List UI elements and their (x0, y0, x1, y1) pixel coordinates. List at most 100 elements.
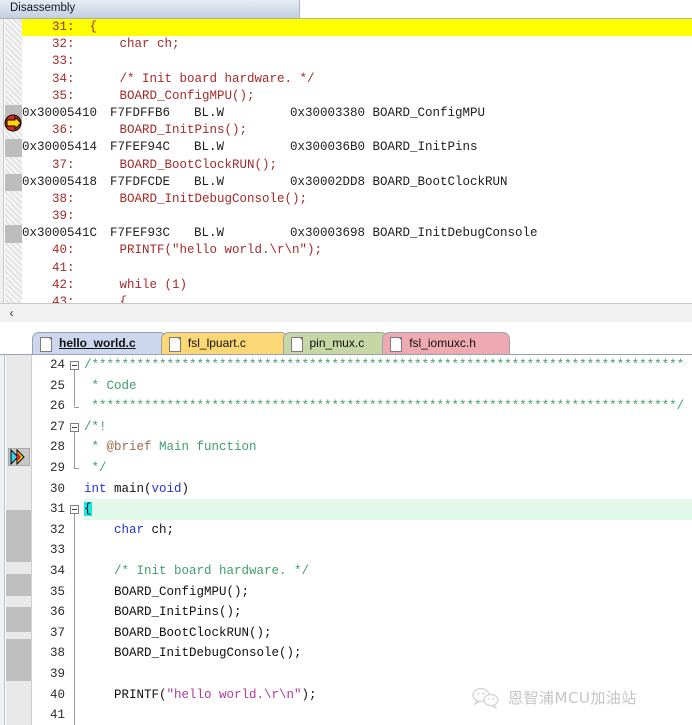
editor-change-bar (6, 639, 31, 681)
disassembly-address: 0x30005418 (22, 174, 98, 189)
code-token: @brief (106, 440, 152, 455)
watermark: 恩智浦MCU加油站 (470, 684, 685, 714)
editor-tab-fsl-lpuart-c[interactable]: fsl_lpuart.c (160, 332, 289, 354)
fold-guide (74, 519, 75, 541)
fold-collapse-icon[interactable] (70, 361, 79, 370)
fold-guide (74, 684, 75, 706)
tabstrip-empty-area (300, 0, 692, 18)
tab-disassembly[interactable]: Disassembly (0, 0, 300, 18)
code-token: main( (106, 481, 152, 496)
code-token: * Code (84, 378, 137, 393)
editor-line-number-column: 2425262728293031323334353637383940414243… (33, 355, 68, 725)
disassembly-row[interactable]: 39: (22, 208, 692, 225)
editor-line[interactable]: */ (84, 458, 692, 479)
editor-line[interactable]: /*! (84, 417, 692, 438)
disassembly-row[interactable]: 33: (22, 53, 692, 70)
editor-line[interactable]: char ch; (84, 520, 692, 541)
editor-line-number: 26 (49, 399, 65, 414)
editor-line[interactable] (84, 664, 692, 685)
editor-line[interactable]: ****************************************… (84, 396, 692, 417)
disassembly-operands: 0x300036B0 BOARD_InitPins (290, 140, 478, 155)
editor-code-area[interactable]: 2425262728293031323334353637383940414243… (0, 354, 692, 725)
disassembly-row[interactable]: 0x3000541C F7FEF93C BL.W 0x30003698 BOARD_I… (22, 225, 692, 242)
disassembly-source-text: 33: (22, 54, 75, 69)
disassembly-row[interactable]: 0x30005410 F7FDFFB6 BL.W 0x30003380 BOARD_C… (22, 105, 692, 122)
disassembly-row[interactable]: 36: BOARD_InitPins(); (22, 122, 692, 139)
fold-guide (74, 664, 75, 685)
editor-line[interactable] (84, 540, 692, 561)
editor-line[interactable]: /* Init board hardware. */ (84, 561, 692, 582)
scroll-left-arrow-icon[interactable]: ‹ (4, 305, 19, 321)
disassembly-source-text: 36: BOARD_InitPins(); (22, 123, 248, 138)
editor-change-bar (6, 510, 31, 562)
code-token: ****************************************… (84, 399, 685, 414)
disassembly-source-text: 34: /* Init board hardware. */ (22, 71, 315, 86)
editor-tab-label: hello_world.c (59, 336, 136, 350)
disassembly-row[interactable]: 34: /* Init board hardware. */ (22, 71, 692, 88)
fold-guide (74, 561, 75, 582)
disassembly-code-area[interactable]: 31: { 32: char ch; 33: 34: /* Init board… (0, 18, 692, 303)
disassembly-tabstrip: Disassembly (0, 0, 692, 18)
disassembly-mnemonic: BL.W (194, 226, 225, 241)
fold-collapse-icon[interactable] (70, 505, 79, 515)
editor-line[interactable]: /***************************************… (84, 355, 692, 376)
disassembly-row[interactable]: 0x30005414 F7FEF94C BL.W 0x300036B0 BOARD_I… (22, 139, 692, 156)
editor-tab-hello-world-c[interactable]: hello_world.c (32, 332, 167, 354)
disassembly-source-text: 39: (22, 209, 75, 224)
fold-collapse-icon[interactable] (70, 422, 79, 432)
editor-tab-fsl-iomuxc-h[interactable]: fsl_iomuxc.h (382, 332, 510, 354)
file-icon (290, 337, 303, 352)
disassembly-source-text: 32: char ch; (22, 37, 180, 52)
disassembly-row[interactable]: 37: BOARD_BootClockRUN(); (22, 157, 692, 174)
wechat-icon (472, 687, 499, 709)
editor-tab-label: fsl_lpuart.c (187, 336, 246, 350)
fold-guide (74, 643, 75, 664)
editor-line[interactable]: BOARD_InitDebugConsole(); (84, 643, 692, 664)
fold-guide (74, 705, 75, 725)
disassembly-row[interactable]: 40: PRINTF("hello world.\r\n"); (22, 242, 692, 259)
editor-folding-column[interactable] (68, 355, 84, 725)
editor-line-number: 25 (49, 378, 65, 393)
editor-line[interactable]: * @brief Main function (84, 437, 692, 458)
editor-pane: hello_world.c fsl_lpuart.c pin_mux.c fsl_io… (0, 328, 692, 725)
editor-line[interactable]: * Code (84, 376, 692, 397)
disassembly-row[interactable]: 42: while (1) (22, 277, 692, 294)
disassembly-row[interactable]: 41: (22, 260, 692, 277)
disassembly-row[interactable]: 35: BOARD_ConfigMPU(); (22, 88, 692, 105)
disassembly-source-text: 35: BOARD_ConfigMPU(); (22, 88, 255, 103)
editor-line-number: 30 (49, 481, 65, 496)
editor-line[interactable]: int main(void) (84, 479, 692, 500)
code-token: { (84, 502, 92, 517)
watermark-text: 恩智浦MCU加油站 (508, 689, 637, 707)
disassembly-source-text: 41: (22, 260, 75, 275)
editor-line-number: 34 (49, 564, 65, 578)
code-token: "hello world.\r\n" (166, 687, 302, 702)
code-token: Main function (151, 440, 257, 455)
editor-line-number: 29 (49, 461, 65, 475)
disassembly-gutter[interactable] (5, 19, 22, 303)
editor-tab-label: fsl_iomuxc.h (409, 336, 476, 350)
editor-change-bar (6, 574, 31, 596)
disassembly-row[interactable]: 31: { (22, 19, 692, 37)
disassembly-mnemonic: BL.W (194, 140, 225, 155)
fold-guide (74, 396, 75, 407)
editor-tab-pin-mux-c[interactable]: pin_mux.c (282, 332, 389, 354)
code-token: BOARD_InitPins(); (84, 605, 242, 620)
editor-line[interactable]: BOARD_InitPins(); (84, 602, 692, 623)
editor-source-lines[interactable]: /***************************************… (84, 355, 692, 725)
disassembly-row[interactable]: 0x30005418 F7FDFCDE BL.W 0x30002DD8 BOARD_B… (22, 174, 692, 191)
editor-line[interactable]: BOARD_ConfigMPU(); (84, 582, 692, 603)
disassembly-opcode: F7FDFFB6 (110, 105, 171, 120)
editor-marker-column[interactable] (6, 355, 32, 725)
editor-line-number: 31 (49, 502, 65, 517)
disassembly-address: 0x30005410 (22, 105, 98, 120)
disassembly-row[interactable]: 43: { (22, 294, 692, 303)
editor-line[interactable]: { (84, 499, 692, 520)
editor-line[interactable]: BOARD_BootClockRUN(); (84, 623, 692, 644)
gutter-hatch (5, 19, 22, 303)
editor-line-number: 40 (49, 687, 65, 702)
disassembly-horizontal-scrollbar[interactable]: ‹ (0, 303, 692, 322)
disassembly-row[interactable]: 32: char ch; (22, 36, 692, 53)
gutter-change-bar (5, 139, 22, 157)
disassembly-row[interactable]: 38: BOARD_InitDebugConsole(); (22, 191, 692, 208)
